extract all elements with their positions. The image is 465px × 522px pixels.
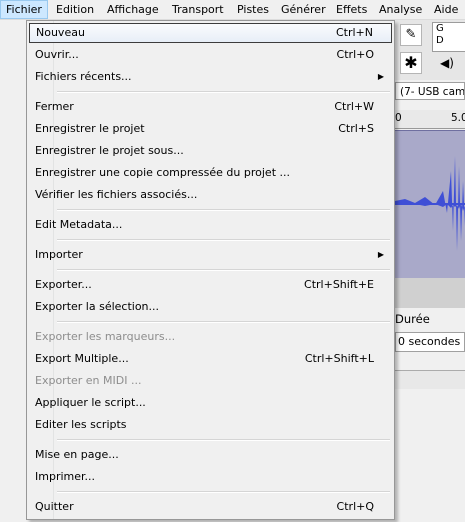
audio-track-waveform[interactable] — [395, 130, 465, 279]
panel-divider — [395, 278, 465, 308]
timeline-ruler[interactable]: 0 5.0 — [395, 110, 465, 129]
menu-item-fichiers-recents[interactable]: Fichiers récents... ▶ — [29, 67, 392, 87]
multi-tool-star-icon[interactable]: ✱ — [400, 52, 422, 74]
speaker-icon[interactable]: ◀) — [440, 56, 454, 70]
menu-item-label: Importer — [35, 248, 83, 261]
menu-edition[interactable]: Edition — [51, 0, 99, 19]
menu-item-nouveau[interactable]: Nouveau Ctrl+N — [29, 23, 392, 43]
menu-aide[interactable]: Aide — [429, 0, 463, 19]
menu-item-shortcut: Ctrl+O — [336, 48, 374, 61]
menu-item-exporter[interactable]: Exporter... Ctrl+Shift+E — [29, 275, 392, 295]
menu-separator — [57, 321, 390, 323]
menu-item-label: Export Multiple... — [35, 352, 129, 365]
menu-item-exporter-marqueurs: Exporter les marqueurs... — [29, 327, 392, 347]
menu-effets[interactable]: Effets — [331, 0, 372, 19]
menu-separator — [57, 209, 390, 211]
menu-item-label: Ouvrir... — [35, 48, 79, 61]
menu-item-exporter-midi: Exporter en MIDI ... — [29, 371, 392, 391]
menu-item-shortcut: Ctrl+Shift+L — [304, 352, 374, 365]
menu-separator — [57, 239, 390, 241]
menu-item-exporter-selection[interactable]: Exporter la sélection... — [29, 297, 392, 317]
menu-item-label: Fermer — [35, 100, 74, 113]
menu-item-mise-en-page[interactable]: Mise en page... — [29, 445, 392, 465]
menu-item-label: Exporter en MIDI ... — [35, 374, 142, 387]
menu-item-imprimer[interactable]: Imprimer... — [29, 467, 392, 487]
menu-generer[interactable]: Générer — [276, 0, 331, 19]
menu-separator — [57, 439, 390, 441]
menu-item-label: Imprimer... — [35, 470, 96, 483]
menu-item-label: Fichiers récents... — [35, 70, 132, 83]
menu-separator — [57, 491, 390, 493]
waveform-graphic — [395, 156, 465, 251]
menu-separator — [57, 269, 390, 271]
ruler-tick-label: 0 — [395, 112, 402, 124]
status-bar — [395, 370, 465, 389]
menu-item-edit-metadata[interactable]: Edit Metadata... — [29, 215, 392, 235]
menu-item-label: Nouveau — [36, 26, 85, 39]
draw-tool-pencil-icon[interactable]: ✎ — [400, 24, 422, 46]
menu-item-ouvrir[interactable]: Ouvrir... Ctrl+O — [29, 45, 392, 65]
menu-item-label: Editer les scripts — [35, 418, 127, 431]
menu-item-fermer[interactable]: Fermer Ctrl+W — [29, 97, 392, 117]
menu-item-label: Enregistrer le projet — [35, 122, 145, 135]
menu-item-label: Enregistrer une copie compressée du proj… — [35, 166, 290, 179]
menu-item-shortcut: Ctrl+Q — [336, 500, 374, 513]
menu-separator — [57, 91, 390, 93]
menu-item-label: Mise en page... — [35, 448, 119, 461]
menu-item-shortcut: Ctrl+Shift+E — [304, 278, 374, 291]
menu-item-verifier-fichiers[interactable]: Vérifier les fichiers associés... — [29, 185, 392, 205]
menu-item-label: Exporter les marqueurs... — [35, 330, 176, 343]
meter-right-label: D — [436, 35, 444, 46]
input-device-select[interactable]: (7- USB camer — [395, 82, 465, 100]
menu-affichage[interactable]: Affichage — [102, 0, 164, 19]
menu-item-enregistrer-sous[interactable]: Enregistrer le projet sous... — [29, 141, 392, 161]
submenu-arrow-icon: ▶ — [377, 72, 384, 81]
meter-left-label: G — [436, 23, 444, 34]
menu-item-shortcut: Ctrl+W — [334, 100, 374, 113]
menu-analyse[interactable]: Analyse — [374, 0, 427, 19]
lower-panel — [395, 390, 465, 522]
menu-item-shortcut: Ctrl+N — [335, 26, 373, 39]
ruler-tick-label: 5.0 — [451, 112, 465, 124]
menu-transport[interactable]: Transport — [167, 0, 229, 19]
menu-item-label: Appliquer le script... — [35, 396, 146, 409]
level-meter[interactable]: G D — [432, 22, 465, 52]
menu-item-importer[interactable]: Importer ▶ — [29, 245, 392, 265]
menu-pistes[interactable]: Pistes — [232, 0, 274, 19]
menu-item-label: Exporter... — [35, 278, 92, 291]
menu-bar: Fichier Edition Affichage Transport Pist… — [0, 0, 465, 20]
menu-item-enregistrer-projet[interactable]: Enregistrer le projet Ctrl+S — [29, 119, 392, 139]
duration-label: Durée — [395, 312, 430, 326]
menu-item-copie-compressee[interactable]: Enregistrer une copie compressée du proj… — [29, 163, 392, 183]
menu-item-label: Quitter — [35, 500, 74, 513]
menu-fichier[interactable]: Fichier — [0, 0, 48, 19]
menu-item-label: Edit Metadata... — [35, 218, 123, 231]
menu-item-appliquer-script[interactable]: Appliquer le script... — [29, 393, 392, 413]
menu-item-label: Enregistrer le projet sous... — [35, 144, 184, 157]
file-menu-dropdown: Nouveau Ctrl+N Ouvrir... Ctrl+O Fichiers… — [26, 20, 395, 520]
menu-item-label: Exporter la sélection... — [35, 300, 160, 313]
menu-item-label: Vérifier les fichiers associés... — [35, 188, 198, 201]
duration-unit-select[interactable]: 0 secondes — [395, 332, 465, 352]
menu-item-export-multiple[interactable]: Export Multiple... Ctrl+Shift+L — [29, 349, 392, 369]
menu-item-editer-scripts[interactable]: Editer les scripts — [29, 415, 392, 435]
menu-item-quitter[interactable]: Quitter Ctrl+Q — [29, 497, 392, 517]
menu-item-shortcut: Ctrl+S — [338, 122, 374, 135]
submenu-arrow-icon: ▶ — [377, 250, 384, 259]
